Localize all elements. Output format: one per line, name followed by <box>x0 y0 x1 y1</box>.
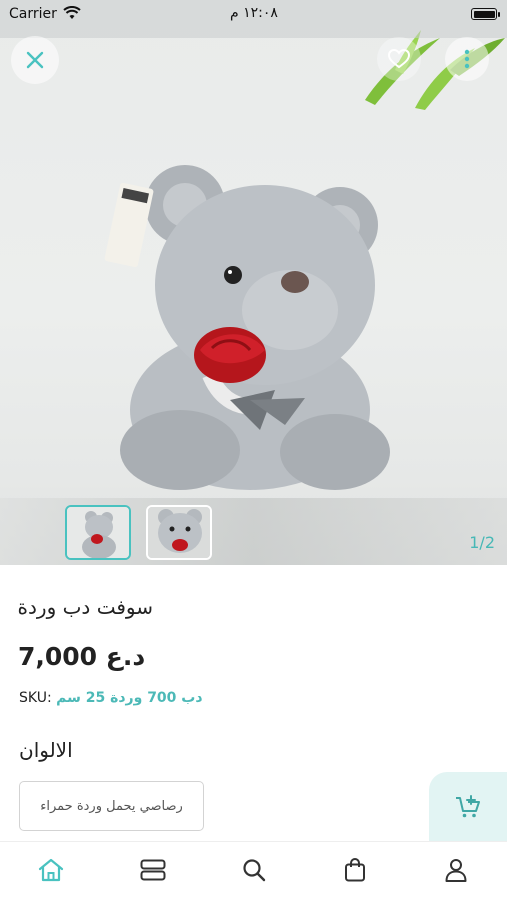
wifi-icon <box>63 6 81 19</box>
close-icon <box>26 51 44 69</box>
sku-label: SKU: <box>19 690 52 706</box>
more-vertical-icon <box>464 49 470 69</box>
more-options-button[interactable] <box>445 37 489 81</box>
product-price: 7,000 د.ع <box>18 642 146 671</box>
categories-icon <box>140 859 166 881</box>
tab-home[interactable] <box>36 855 66 885</box>
profile-icon <box>445 859 467 882</box>
product-sku: SKU: دب 700 وردة 25 سم <box>19 690 203 706</box>
status-time: ١٢:٠٨ م <box>230 5 278 21</box>
battery-tip <box>498 12 500 17</box>
favorite-button[interactable] <box>377 37 421 81</box>
product-title: سوفت دب وردة <box>17 595 153 619</box>
battery-icon <box>471 8 497 20</box>
thumbnail-1[interactable] <box>65 505 131 560</box>
tab-cart[interactable] <box>340 855 370 885</box>
home-icon <box>38 858 64 882</box>
bag-icon <box>345 858 365 882</box>
carrier-label: Carrier <box>9 6 57 22</box>
tab-categories[interactable] <box>138 855 168 885</box>
thumbnail-bear-closeup-image <box>148 507 210 558</box>
thumbnail-2[interactable] <box>146 505 212 560</box>
color-option-gray-red-rose[interactable]: رصاصي يحمل وردة حمراء <box>19 781 204 831</box>
colors-heading: الالوان <box>19 738 73 762</box>
thumbnail-bear-image <box>67 507 129 558</box>
status-bar: Carrier ١٢:٠٨ م <box>0 0 507 38</box>
sku-value: دب 700 وردة 25 سم <box>56 690 203 706</box>
heart-icon <box>388 49 410 69</box>
search-icon <box>243 859 266 882</box>
cart-plus-icon <box>456 794 480 817</box>
bottom-tab-bar <box>0 841 507 900</box>
product-image-gallery[interactable]: Carrier ١٢:٠٨ م 1/2 <box>0 0 507 565</box>
product-photo-teddy-bear <box>104 165 390 490</box>
add-to-cart-button[interactable] <box>429 772 507 841</box>
close-button[interactable] <box>11 36 59 84</box>
tab-profile[interactable] <box>441 855 471 885</box>
tab-search[interactable] <box>239 855 269 885</box>
gallery-counter: 1/2 <box>469 533 495 552</box>
